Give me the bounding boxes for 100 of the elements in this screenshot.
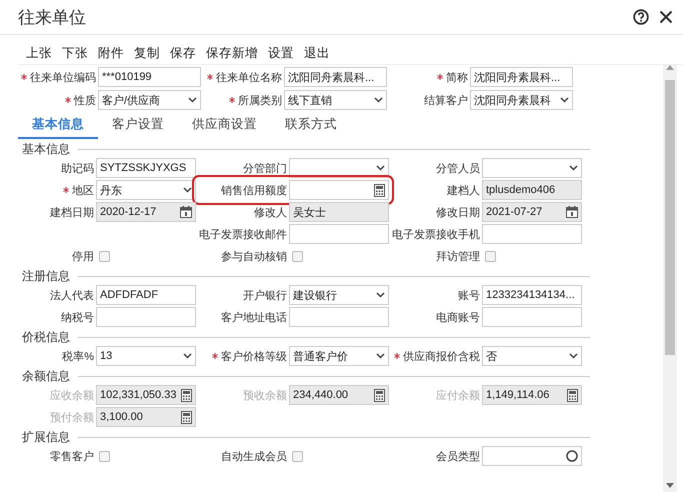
text-field[interactable]: 吴女士 xyxy=(289,202,389,222)
section-title: 价税信息 xyxy=(22,328,70,346)
toolbar-button[interactable]: 退出 xyxy=(304,45,330,62)
field-label: 分管部门 xyxy=(243,162,287,176)
chevron-down-icon xyxy=(374,97,383,103)
dropdown[interactable]: 丹东 xyxy=(96,180,196,200)
field-label: 往来单位名称 xyxy=(216,70,282,84)
dropdown[interactable]: 否 xyxy=(482,346,582,366)
dropdown[interactable]: 13 xyxy=(96,346,196,366)
chevron-down-icon xyxy=(188,97,197,103)
dropdown[interactable] xyxy=(289,158,389,178)
toolbar-button[interactable]: 保存新增 xyxy=(206,45,258,62)
field-label: 税率% xyxy=(62,350,94,364)
field-label: 往来单位编码 xyxy=(30,70,96,84)
scrollbar[interactable] xyxy=(663,65,677,492)
section-title: 扩展信息 xyxy=(22,428,70,446)
text-field[interactable]: SYTZSSKJYXGS xyxy=(96,158,196,178)
field-label: 账号 xyxy=(458,288,480,302)
checkbox[interactable] xyxy=(99,250,110,262)
chevron-down-icon xyxy=(560,97,569,103)
toolbar-button[interactable]: 下张 xyxy=(62,45,88,62)
lookup-field[interactable] xyxy=(482,446,582,466)
section-title: 注册信息 xyxy=(22,268,70,284)
checkbox[interactable] xyxy=(99,450,110,462)
field-label: 客户地址电话 xyxy=(221,310,287,324)
checkbox[interactable] xyxy=(485,250,496,262)
dropdown[interactable]: 沈阳同舟素晨科 xyxy=(470,90,573,110)
field-label: 建档日期 xyxy=(50,206,94,220)
text-field[interactable]: tplusdemo406 xyxy=(482,180,582,200)
dropdown[interactable]: 建设银行 xyxy=(289,285,389,305)
tab[interactable]: 供应商设置 xyxy=(178,114,271,139)
window-title: 往来单位 xyxy=(18,6,87,28)
toolbar-button[interactable]: 上张 xyxy=(26,45,52,62)
chevron-down-icon xyxy=(376,292,385,298)
field-label: 供应商报价含税 xyxy=(403,350,480,364)
dropdown[interactable]: 客户/供应商 xyxy=(98,90,201,110)
dropdown[interactable]: 普通客户价 xyxy=(289,346,389,366)
field-label: 停用 xyxy=(72,250,94,264)
checkbox[interactable] xyxy=(292,450,303,462)
chevron-down-icon xyxy=(376,165,385,171)
field-label: 纳税号 xyxy=(61,310,94,324)
number-field[interactable] xyxy=(289,180,389,200)
calendar-icon[interactable] xyxy=(180,206,192,218)
field-label: 建档人 xyxy=(447,184,480,198)
field-label: 简称 xyxy=(446,70,468,84)
text-field[interactable] xyxy=(289,224,389,244)
field-label: 应收余额 xyxy=(50,388,94,402)
checkbox[interactable] xyxy=(292,250,303,262)
field-label: 电子发票接收邮件 xyxy=(199,228,287,242)
dropdown[interactable]: 线下直销 xyxy=(284,90,387,110)
text-field[interactable] xyxy=(482,224,582,244)
field-label: 零售客户 xyxy=(50,450,94,464)
toolbar-button[interactable]: 复制 xyxy=(134,45,160,62)
tab[interactable]: 联系方式 xyxy=(271,114,351,139)
date-field[interactable]: 2021-07-27 xyxy=(482,202,582,222)
close-icon[interactable] xyxy=(659,10,673,24)
text-field[interactable]: ***010199 xyxy=(98,67,201,87)
field-label: 结算客户 xyxy=(424,94,468,108)
toolbar-button[interactable]: 保存 xyxy=(170,45,196,62)
calculator-icon[interactable] xyxy=(374,184,385,196)
field-label: 预付余额 xyxy=(50,410,94,424)
chevron-down-icon xyxy=(183,187,192,193)
section-title: 基本信息 xyxy=(22,140,70,158)
field-label: 电子发票接收手机 xyxy=(392,228,480,242)
field-label: 性质 xyxy=(74,94,96,108)
calendar-icon[interactable] xyxy=(566,206,578,218)
date-field[interactable]: 2020-12-17 xyxy=(96,202,196,222)
text-field[interactable]: 1233234134134... xyxy=(482,285,582,305)
field-label: 法人代表 xyxy=(50,288,94,302)
scroll-down-icon[interactable] xyxy=(666,483,674,488)
text-field[interactable]: ADFDFADF xyxy=(96,285,196,305)
field-label: 预收余额 xyxy=(243,388,287,402)
section-title: 余额信息 xyxy=(22,368,70,384)
chevron-down-icon xyxy=(376,353,385,359)
field-label: 修改人 xyxy=(254,206,287,220)
field-label: 分管人员 xyxy=(436,162,480,176)
text-field[interactable]: 沈阳同舟素晨科... xyxy=(284,67,387,87)
field-label: 会员类型 xyxy=(436,450,480,464)
text-field[interactable]: 沈阳同舟素晨科... xyxy=(470,67,573,87)
tab[interactable]: 基本信息 xyxy=(18,114,98,139)
field-label: 所属类别 xyxy=(238,94,282,108)
scroll-up-icon[interactable] xyxy=(666,65,674,70)
field-label: 修改日期 xyxy=(436,206,480,220)
field-label: 参与自动核销 xyxy=(221,250,287,264)
field-label: 拜访管理 xyxy=(436,250,480,264)
field-label: 电商账号 xyxy=(436,310,480,324)
circle-icon[interactable] xyxy=(566,450,578,462)
toolbar-button[interactable]: 设置 xyxy=(268,45,294,62)
help-icon[interactable] xyxy=(633,9,649,25)
field-label: 客户价格等级 xyxy=(221,350,287,364)
field-label: 自动生成会员 xyxy=(221,450,287,464)
text-field[interactable] xyxy=(482,307,582,327)
tab[interactable]: 客户设置 xyxy=(98,114,178,139)
text-field[interactable] xyxy=(96,307,196,327)
text-field[interactable] xyxy=(289,307,389,327)
field-label: 销售信用额度 xyxy=(221,184,287,198)
field-label: 应付余额 xyxy=(436,388,480,402)
chevron-down-icon xyxy=(569,353,578,359)
toolbar-button[interactable]: 附件 xyxy=(98,45,124,62)
field-label: 地区 xyxy=(72,184,94,198)
